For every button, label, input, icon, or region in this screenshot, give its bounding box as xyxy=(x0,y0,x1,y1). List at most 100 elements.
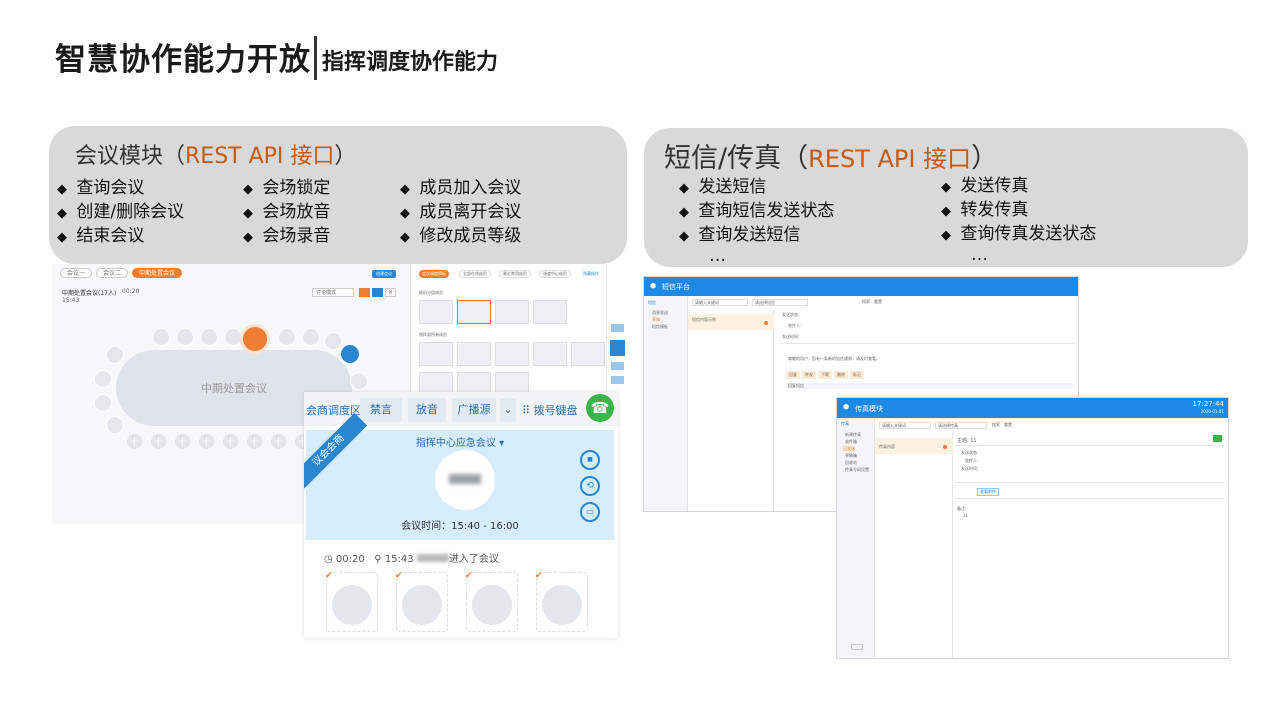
org-icon[interactable] xyxy=(611,362,624,370)
sms-actions: 回复 转发 下载 删除 标记 xyxy=(786,371,864,379)
sidebar-item-send[interactable]: 消息发送 xyxy=(652,310,668,316)
tab-template[interactable]: 会议调度模板 xyxy=(419,270,449,278)
search-input[interactable]: 请输入关键词 xyxy=(692,299,748,306)
reset-button[interactable]: 重置 xyxy=(1004,422,1012,428)
sidebar-item-sms[interactable]: 短信 xyxy=(648,300,656,306)
sidebar-item-fax[interactable]: 传真 xyxy=(841,421,849,427)
layout-select[interactable]: 讨论模式 xyxy=(312,288,354,297)
seat[interactable] xyxy=(106,346,124,364)
sidebar-item-sent[interactable]: 已发送 xyxy=(843,446,855,452)
member-cell[interactable] xyxy=(495,342,529,366)
reset-button[interactable]: 重置 xyxy=(874,299,882,305)
list-item: ◆ 查询会议 xyxy=(57,178,145,198)
end-icon[interactable]: ■ xyxy=(580,450,600,470)
add-member-icon[interactable]: + xyxy=(127,434,142,449)
mute-button[interactable]: 禁言 xyxy=(360,398,402,422)
add-member-icon[interactable]: + xyxy=(271,434,286,449)
sidebar-item-settings[interactable]: 传真号码设置 xyxy=(845,467,869,473)
seat-active[interactable] xyxy=(340,344,360,364)
sidebar-item-draft[interactable]: 草稿 xyxy=(652,317,660,323)
hangup-icon[interactable]: ☎ xyxy=(586,394,614,422)
member-card[interactable]: ✔ xyxy=(325,571,378,632)
sidebar-item-template[interactable]: 短信模板 xyxy=(652,324,668,330)
reply-button[interactable]: 回复 xyxy=(786,371,800,379)
member-cell[interactable] xyxy=(533,342,567,366)
member-cell[interactable] xyxy=(419,300,453,324)
screen-icon[interactable]: ▭ xyxy=(580,502,600,522)
seat[interactable] xyxy=(106,416,124,434)
member-card[interactable]: ✔ xyxy=(535,571,588,632)
mark-button[interactable]: 标记 xyxy=(850,371,864,379)
seat[interactable] xyxy=(350,372,368,390)
seat[interactable] xyxy=(278,328,296,346)
member-cell[interactable] xyxy=(533,300,567,324)
export-icon[interactable] xyxy=(1213,435,1222,442)
meeting-name[interactable]: 指挥中心应急会议 ▾ xyxy=(306,434,614,449)
seat[interactable] xyxy=(302,328,320,346)
sidebar-item-inbox[interactable]: 收件箱 xyxy=(845,439,857,445)
view-attachment-button[interactable]: 查看附件 xyxy=(977,488,999,496)
create-meeting-button[interactable]: 创建会议 xyxy=(372,270,396,278)
fax-feature-list: ◆ 发送传真 ◆ 转发传真 ◆ 查询传真发送状态 … xyxy=(941,175,1096,264)
close-icon[interactable]: ✕ xyxy=(385,288,396,297)
list-item[interactable]: 传真内容 xyxy=(875,438,953,454)
add-member-icon[interactable]: + xyxy=(223,434,238,449)
sms-logo-icon: ⬢ xyxy=(650,282,657,290)
sidebar-item-trash[interactable]: 回收站 xyxy=(845,460,857,466)
tab-recent[interactable]: 最近常用成员 xyxy=(499,270,531,278)
pager[interactable] xyxy=(851,644,863,650)
reply-input[interactable]: 回复短信 xyxy=(786,383,1074,389)
add-member-icon[interactable]: + xyxy=(199,434,214,449)
speaker-seat[interactable] xyxy=(240,324,270,354)
search-input[interactable]: 请输入关键词 xyxy=(879,422,931,429)
member-cell[interactable] xyxy=(457,300,491,324)
dialpad-button[interactable]: ⠿ 拨号键盘 xyxy=(522,402,578,418)
search-button[interactable]: 搜索 xyxy=(992,422,1000,428)
sms-select[interactable]: 请选择短信 xyxy=(752,299,808,306)
search-button[interactable]: 搜索 xyxy=(862,299,870,305)
member-cell[interactable] xyxy=(419,342,453,366)
tab-meeting-1[interactable]: 会议一 xyxy=(60,268,93,278)
refresh-icon[interactable] xyxy=(611,376,624,384)
seat[interactable] xyxy=(94,370,112,388)
seat[interactable] xyxy=(94,394,112,412)
add-member-icon[interactable]: + xyxy=(247,434,262,449)
member-cell[interactable] xyxy=(495,300,529,324)
sidebar-item-new[interactable]: 新建传真 xyxy=(845,432,861,438)
tab-meeting-2[interactable]: 会议二 xyxy=(96,268,129,278)
add-member-icon[interactable]: + xyxy=(175,434,190,449)
download-button[interactable]: 下载 xyxy=(818,371,832,379)
member-card[interactable]: ✔ xyxy=(395,571,448,632)
meeting-feature-list: ◆ 成员加入会议 ◆ 成员离开会议 ◆ 修改成员等级 xyxy=(400,177,521,249)
member-cell[interactable] xyxy=(457,342,491,366)
layout-button[interactable] xyxy=(372,288,383,297)
add-member-icon[interactable]: + xyxy=(151,434,166,449)
play-button[interactable]: 放音 xyxy=(408,398,446,422)
seat[interactable] xyxy=(200,328,218,346)
layout-button[interactable] xyxy=(359,288,370,297)
fax-list: 传真内容 xyxy=(875,432,953,658)
seat[interactable] xyxy=(152,328,170,346)
hide-link[interactable]: 隐藏操作 xyxy=(583,271,599,277)
tab-online[interactable]: 全部在线成员 xyxy=(459,270,491,278)
member-cell[interactable] xyxy=(571,342,605,366)
tab-center[interactable]: 调度中心成员 xyxy=(539,270,571,278)
unlock-icon[interactable]: ⟲ xyxy=(580,476,600,496)
list-item[interactable]: 短信内容示例 xyxy=(688,314,774,330)
member-card[interactable]: ✔ xyxy=(465,571,518,632)
fax-select[interactable]: 请选择传真 xyxy=(935,422,987,429)
fax-date: 2020-01-01 xyxy=(1200,409,1224,414)
seat[interactable] xyxy=(176,328,194,346)
sms-sidebar: 短信 消息发送 草稿 短信模板 xyxy=(644,296,688,511)
broadcast-button[interactable]: 广播源 xyxy=(452,398,496,422)
delete-button[interactable]: 删除 xyxy=(834,371,848,379)
tab-meeting-3[interactable]: 中期处置会议 xyxy=(132,268,183,278)
chevron-down-icon[interactable]: ⌄ xyxy=(500,398,516,422)
lock-icon[interactable] xyxy=(611,324,624,332)
sidebar-item-drafts[interactable]: 草稿箱 xyxy=(845,453,857,459)
seat[interactable] xyxy=(324,332,342,350)
forward-button[interactable]: 转发 xyxy=(802,371,816,379)
meeting-feature-list: ◆ 查询会议 ◆ 创建/删除会议 ◆ 结束会议 xyxy=(57,177,184,249)
add-icon[interactable] xyxy=(610,340,625,356)
meeting-info-time: 00:20 xyxy=(122,288,140,295)
